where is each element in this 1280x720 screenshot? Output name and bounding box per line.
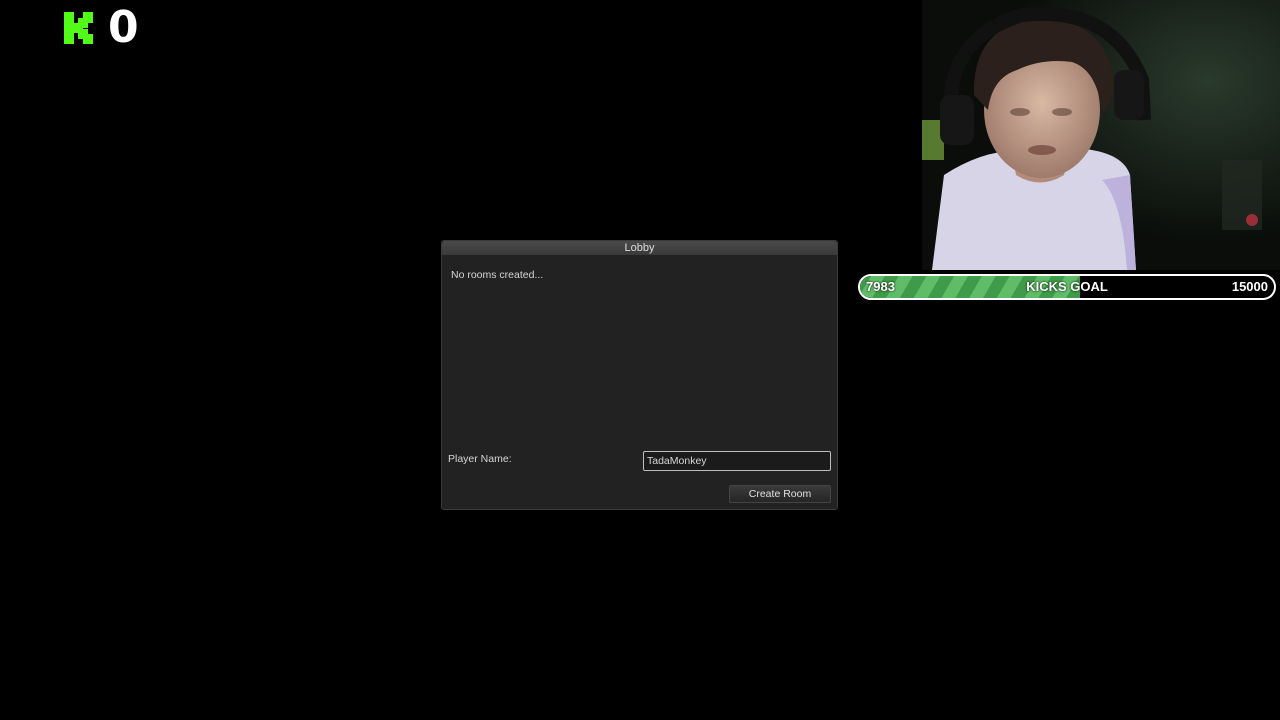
lobby-window: Lobby No rooms created... Player Name: C… (441, 240, 838, 510)
kick-count: 0 (108, 2, 140, 53)
kick-logo-icon (62, 10, 94, 46)
kicks-goal-bar: 7983 KICKS GOAL 15000 (858, 274, 1276, 300)
kick-counter: 0 (62, 4, 140, 52)
player-name-input[interactable] (643, 451, 831, 471)
webcam-feed (922, 0, 1280, 270)
rooms-status-text: No rooms created... (451, 269, 544, 281)
player-name-label: Player Name: (448, 453, 512, 465)
goal-label: KICKS GOAL (1026, 279, 1108, 294)
lobby-title: Lobby (442, 241, 837, 255)
create-room-button[interactable]: Create Room (729, 485, 831, 503)
goal-target-value: 15000 (1231, 279, 1268, 294)
